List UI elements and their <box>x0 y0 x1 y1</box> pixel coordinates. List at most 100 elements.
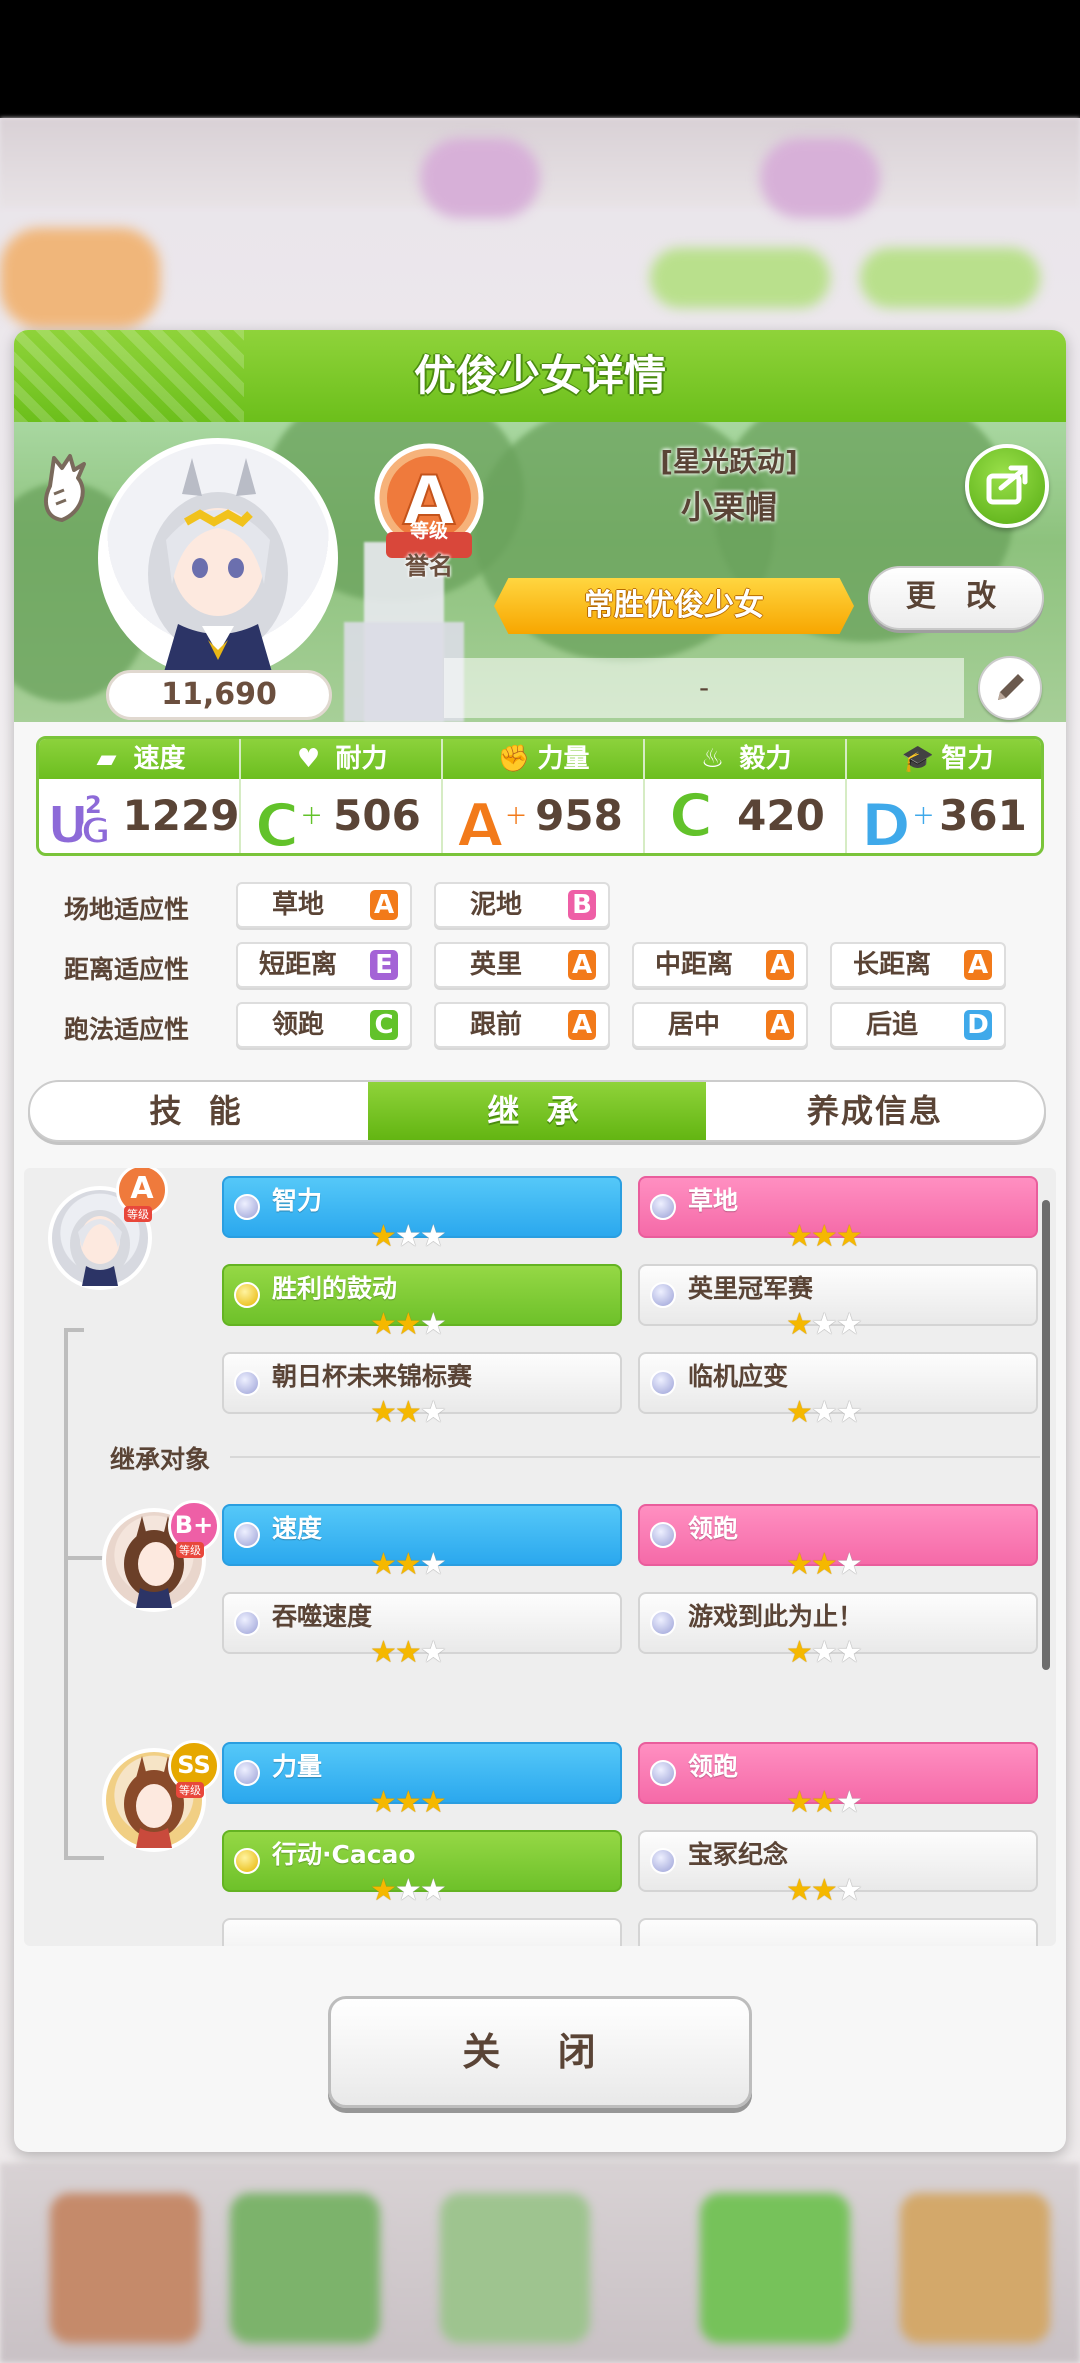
aptitude-grade: A <box>964 950 992 980</box>
inheritance-list[interactable]: A 等级 智力 ★★★ 草地 ★★★ 胜利的鼓动 ★★★ 英里冠军赛 ★★★ 朝日杯未来… <box>24 1168 1056 1946</box>
aptitude-grade: D <box>964 1010 992 1040</box>
factor-stars: ★★★ <box>786 1873 863 1908</box>
factor-card[interactable]: 领跑 ★★★ <box>638 1504 1038 1580</box>
dialog-header: 优俊少女详情 <box>14 330 1066 422</box>
factor-stars: ★★★ <box>370 1635 447 1670</box>
muscle-icon: ✊ <box>497 744 530 774</box>
factor-card[interactable]: 英里冠军赛 ★★★ <box>638 1264 1038 1340</box>
aptitude-name: 草地 <box>271 890 324 920</box>
stat-value: 420 <box>737 791 825 840</box>
factor-card[interactable]: 行动·Cacao ★★★ <box>222 1830 622 1906</box>
tab-training-info[interactable]: 养成信息 <box>706 1082 1044 1140</box>
aptitude-name: 后追 <box>865 1010 918 1040</box>
factor-name: 英里冠军赛 <box>688 1274 814 1303</box>
self-grade-label: 等级 <box>124 1206 152 1222</box>
factor-name: 速度 <box>272 1514 323 1543</box>
aptitude-grade: A <box>766 950 794 980</box>
factor-card[interactable]: 草地 ★★★ <box>638 1176 1038 1252</box>
aptitude-name: 跟前 <box>469 1010 522 1040</box>
factor-card[interactable]: 宝冢纪念 ★★★ <box>638 1830 1038 1906</box>
tree-connector <box>64 1328 68 1856</box>
share-button[interactable] <box>965 444 1049 528</box>
factor-card[interactable]: 智力 ★★★ <box>222 1176 622 1252</box>
factor-name: 游戏到此为止！ <box>688 1602 864 1631</box>
inheritance-scrollbar[interactable] <box>1042 1200 1050 1670</box>
factor-card[interactable]: 朝日杯未来锦标赛 ★★★ <box>222 1352 622 1428</box>
background-blur <box>650 248 830 308</box>
stat-value: 1229 <box>122 791 240 840</box>
rank-label: 誉名 <box>405 552 453 580</box>
factor-stars: ★★★ <box>370 1785 447 1820</box>
detail-tabs: 技 能 继 承 养成信息 <box>28 1080 1046 1142</box>
stat-speed: ▰ 速度 U G 2 1229 <box>39 739 240 853</box>
background-blur <box>230 2193 380 2343</box>
aptitude-grade: A <box>370 890 398 920</box>
parent-grade-label: 等级 <box>176 1542 204 1558</box>
factor-orb-icon <box>234 1848 260 1874</box>
change-nickname-button[interactable]: 更 改 <box>868 566 1044 630</box>
stat-wisdom: 🎓 智力 D+ 361 <box>847 739 1041 853</box>
background-blur <box>760 138 880 218</box>
character-name: 小栗帽 <box>680 488 777 526</box>
dialog-title: 优俊少女详情 <box>413 351 666 400</box>
umamusume-detail-dialog: 优俊少女详情 11,690 A 等级 誉名 [星光跃动] 小栗帽 常胜优俊少女 … <box>14 330 1066 2152</box>
background-blur <box>900 2193 1050 2343</box>
avatar-portrait <box>148 458 288 672</box>
shoe-icon: ▰ <box>96 744 117 774</box>
aptitude-grade: C <box>370 1010 398 1040</box>
factor-orb-icon <box>650 1282 676 1308</box>
factor-name: 领跑 <box>688 1514 739 1543</box>
factor-orb-icon <box>234 1282 260 1308</box>
background-blur <box>0 228 160 328</box>
factor-card[interactable]: 游戏到此为止！ ★★★ <box>638 1592 1038 1668</box>
heart-icon: ♥ <box>296 744 321 774</box>
nickname-banner[interactable]: 常胜优俊少女 <box>494 578 854 634</box>
aptitude-grade: A <box>568 950 596 980</box>
factor-card[interactable]: 领跑 ★★★ <box>638 1742 1038 1818</box>
factor-orb-icon <box>650 1370 676 1396</box>
tab-skills[interactable]: 技 能 <box>30 1082 368 1140</box>
tab-inheritance[interactable]: 继 承 <box>368 1082 706 1140</box>
factor-card[interactable]: 速度 ★★★ <box>222 1504 622 1580</box>
track-aptitude-label: 场地适应性 <box>64 895 190 924</box>
comment-field[interactable]: - <box>444 658 964 718</box>
tree-connector <box>64 1328 84 1332</box>
aptitude-mile: 英里 A <box>434 942 610 988</box>
factor-card[interactable]: 吞噬速度 ★★★ <box>222 1592 622 1668</box>
close-button[interactable]: 关 闭 <box>328 1996 752 2108</box>
factor-orb-icon <box>650 1522 676 1548</box>
aptitude-front: 领跑 C <box>236 1002 412 1048</box>
factor-stars: ★★★ <box>370 1395 447 1430</box>
factor-stars: ★★★ <box>370 1219 447 1254</box>
factor-orb-icon <box>234 1370 260 1396</box>
stat-stamina: ♥ 耐力 C+ 506 <box>241 739 442 853</box>
stat-label: 智力 <box>941 744 994 774</box>
character-avatar[interactable] <box>98 438 338 678</box>
factor-card[interactable] <box>638 1918 1038 1946</box>
stat-value: 958 <box>535 791 623 840</box>
factor-name: 胜利的鼓动 <box>272 1274 398 1303</box>
aptitude-late: 居中 A <box>632 1002 808 1048</box>
factor-card[interactable]: 胜利的鼓动 ★★★ <box>222 1264 622 1340</box>
factor-stars: ★★★ <box>786 1219 863 1254</box>
stat-value: 506 <box>333 791 421 840</box>
carrot-icon[interactable] <box>40 450 92 526</box>
edit-comment-button[interactable] <box>978 656 1042 720</box>
factor-card[interactable]: 临机应变 ★★★ <box>638 1352 1038 1428</box>
aptitude-name: 居中 <box>667 1010 720 1040</box>
cap-icon: 🎓 <box>901 744 934 774</box>
stat-grade: U G 2 <box>47 791 112 849</box>
factor-stars: ★★★ <box>370 1307 447 1342</box>
factor-stars: ★★★ <box>786 1307 863 1342</box>
fire-icon: ♨ <box>700 744 725 774</box>
aptitude-grade: A <box>766 1010 794 1040</box>
factor-stars: ★★★ <box>370 1873 447 1908</box>
stat-grade: C <box>668 781 714 851</box>
aptitude-end: 后追 D <box>830 1002 1006 1048</box>
stat-label: 毅力 <box>739 744 792 774</box>
stat-label: 力量 <box>537 744 590 774</box>
factor-name: 宝冢纪念 <box>688 1840 789 1869</box>
factor-card[interactable]: 力量 ★★★ <box>222 1742 622 1818</box>
stat-label: 耐力 <box>335 744 388 774</box>
factor-card[interactable] <box>222 1918 622 1946</box>
